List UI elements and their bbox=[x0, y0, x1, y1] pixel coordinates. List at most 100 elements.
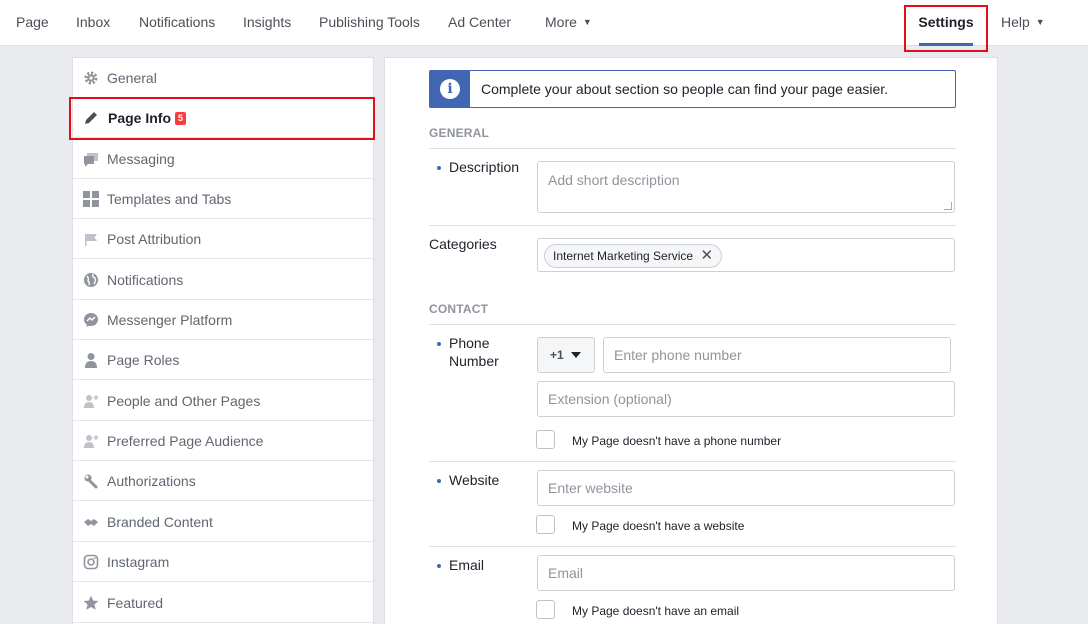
add-person-icon bbox=[84, 395, 99, 408]
divider bbox=[429, 225, 956, 226]
pencil-icon bbox=[85, 112, 97, 124]
caret-down-icon: ▼ bbox=[1035, 17, 1045, 27]
no-website-label: My Page doesn't have a website bbox=[572, 519, 745, 533]
country-code-value: +1 bbox=[550, 348, 564, 362]
messaging-icon bbox=[84, 153, 98, 167]
nav-settings[interactable]: Settings bbox=[911, 0, 981, 46]
nav-publishing-tools[interactable]: Publishing Tools bbox=[319, 0, 420, 46]
grid-icon bbox=[83, 191, 99, 207]
divider bbox=[429, 324, 956, 325]
sidebar-item-notifications[interactable]: Notifications bbox=[73, 260, 373, 300]
website-label: Website bbox=[449, 472, 500, 488]
sidebar-item-featured[interactable]: Featured bbox=[73, 583, 373, 623]
sidebar-item-label: Post Attribution bbox=[107, 231, 202, 247]
description-textarea[interactable]: Add short description bbox=[537, 161, 955, 213]
extension-input[interactable]: Extension (optional) bbox=[537, 381, 955, 417]
sidebar-item-branded-content[interactable]: Branded Content bbox=[73, 502, 373, 542]
sidebar-item-preferred-page-audience[interactable]: Preferred Page Audience bbox=[73, 421, 373, 461]
extension-placeholder: Extension (optional) bbox=[548, 391, 672, 407]
country-code-select[interactable]: +1 bbox=[537, 337, 595, 373]
email-label: Email bbox=[449, 557, 485, 573]
caret-down-icon: ▼ bbox=[582, 17, 592, 27]
star-icon bbox=[83, 595, 99, 610]
sidebar-item-label: Templates and Tabs bbox=[107, 191, 232, 207]
nav-page[interactable]: Page bbox=[16, 0, 49, 46]
messenger-icon bbox=[84, 313, 98, 327]
category-chip-label: Internet Marketing Service bbox=[553, 249, 694, 263]
dropdown-arrow-icon bbox=[571, 352, 581, 358]
info-banner: i Complete your about section so people … bbox=[429, 70, 956, 108]
page-info-panel: i Complete your about section so people … bbox=[384, 57, 998, 624]
no-website-checkbox[interactable] bbox=[536, 515, 555, 534]
person-icon bbox=[85, 353, 97, 368]
phone-label-line1: Phone bbox=[449, 335, 490, 351]
sidebar-item-post-attribution[interactable]: Post Attribution bbox=[73, 219, 373, 259]
nav-ad-center-label: Ad Center bbox=[448, 14, 512, 30]
phone-label: Phone Number bbox=[449, 334, 499, 370]
nav-insights[interactable]: Insights bbox=[243, 0, 291, 46]
sidebar-item-label: Messenger Platform bbox=[107, 312, 233, 328]
description-placeholder: Add short description bbox=[548, 172, 680, 188]
categories-input[interactable]: Internet Marketing Service ✕ bbox=[537, 238, 955, 272]
sidebar-item-general[interactable]: General bbox=[73, 58, 373, 98]
sidebar-item-page-info[interactable]: Page Info 5 bbox=[73, 98, 373, 138]
divider bbox=[429, 148, 956, 149]
sidebar-item-label: Messaging bbox=[107, 151, 175, 167]
website-input[interactable]: Enter website bbox=[537, 470, 955, 506]
sidebar-item-label: Page Roles bbox=[107, 352, 180, 368]
settings-sidebar: General Page Info 5 Messaging Templates a… bbox=[72, 57, 374, 624]
divider bbox=[429, 461, 956, 462]
phone-number-input[interactable]: Enter phone number bbox=[603, 337, 951, 373]
sidebar-item-templates-and-tabs[interactable]: Templates and Tabs bbox=[73, 179, 373, 219]
no-phone-label: My Page doesn't have a phone number bbox=[572, 434, 782, 448]
nav-settings-label: Settings bbox=[918, 14, 974, 30]
general-section-heading: GENERAL bbox=[429, 126, 490, 140]
divider bbox=[429, 546, 956, 547]
nav-insights-label: Insights bbox=[243, 14, 292, 30]
sidebar-item-label-wrap: Page Info 5 bbox=[108, 98, 187, 138]
nav-notifications[interactable]: Notifications bbox=[139, 0, 215, 46]
phone-placeholder: Enter phone number bbox=[614, 347, 742, 363]
nav-ad-center[interactable]: Ad Center bbox=[448, 0, 511, 46]
nav-page-label: Page bbox=[16, 14, 49, 30]
contact-section-heading: CONTACT bbox=[429, 302, 489, 316]
sidebar-item-label: Branded Content bbox=[107, 514, 213, 530]
sidebar-item-label: Instagram bbox=[107, 554, 170, 570]
sidebar-item-instagram[interactable]: Instagram bbox=[73, 542, 373, 582]
sidebar-item-people-and-other-pages[interactable]: People and Other Pages bbox=[73, 381, 373, 421]
no-phone-checkbox[interactable] bbox=[536, 430, 555, 449]
gear-icon bbox=[84, 71, 98, 85]
nav-more[interactable]: More ▼ bbox=[545, 0, 592, 46]
website-placeholder: Enter website bbox=[548, 480, 633, 496]
description-label: Description bbox=[449, 159, 520, 175]
sidebar-item-authorizations[interactable]: Authorizations bbox=[73, 461, 373, 501]
nav-help[interactable]: Help ▼ bbox=[1001, 0, 1045, 46]
phone-label-line2: Number bbox=[449, 353, 499, 369]
sidebar-item-label: People and Other Pages bbox=[107, 393, 261, 409]
instagram-icon bbox=[83, 554, 99, 570]
email-input[interactable]: Email bbox=[537, 555, 955, 591]
required-bullet bbox=[437, 342, 441, 346]
resize-grip-icon[interactable] bbox=[944, 202, 952, 210]
globe-icon bbox=[84, 273, 98, 287]
info-icon-box: i bbox=[430, 71, 470, 107]
sidebar-item-messenger-platform[interactable]: Messenger Platform bbox=[73, 300, 373, 340]
nav-inbox[interactable]: Inbox bbox=[76, 0, 110, 46]
nav-notifications-label: Notifications bbox=[139, 14, 216, 30]
sidebar-item-label: Notifications bbox=[107, 272, 184, 288]
top-navigation: Page Inbox Notifications Insights Publis… bbox=[0, 0, 1088, 46]
remove-category-icon[interactable]: ✕ bbox=[700, 245, 713, 267]
handshake-icon bbox=[84, 519, 98, 526]
info-icon: i bbox=[440, 79, 460, 99]
wrench-icon bbox=[84, 474, 98, 489]
active-tab-indicator bbox=[919, 43, 973, 46]
sidebar-item-label: General bbox=[107, 70, 157, 86]
flag-icon bbox=[85, 234, 97, 246]
no-email-label: My Page doesn't have an email bbox=[572, 604, 740, 618]
required-bullet bbox=[437, 564, 441, 568]
sidebar-item-messaging[interactable]: Messaging bbox=[73, 139, 373, 179]
audience-icon bbox=[84, 435, 99, 448]
sidebar-item-label: Preferred Page Audience bbox=[107, 433, 264, 449]
sidebar-item-page-roles[interactable]: Page Roles bbox=[73, 340, 373, 380]
no-email-checkbox[interactable] bbox=[536, 600, 555, 619]
